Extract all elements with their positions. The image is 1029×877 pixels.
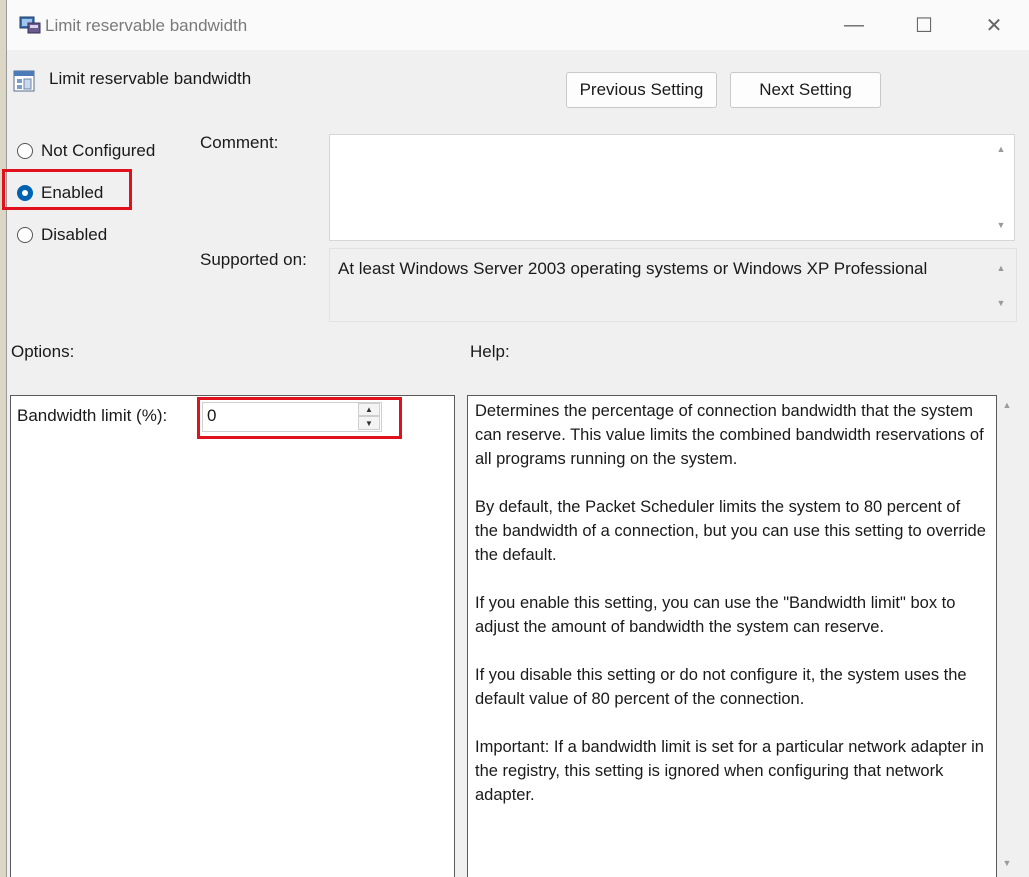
radio-not-configured[interactable]: Not Configured — [17, 138, 155, 164]
help-paragraph: Determines the percentage of connection … — [475, 402, 984, 468]
group-policy-app-icon — [19, 15, 41, 35]
scroll-up-icon[interactable]: ▲ — [994, 263, 1008, 273]
supported-on-label: Supported on: — [200, 250, 307, 269]
help-paragraph: Important: If a bandwidth limit is set f… — [475, 738, 984, 804]
previous-setting-button[interactable]: Previous Setting — [566, 72, 717, 108]
policy-setting-icon — [13, 70, 35, 92]
scroll-down-icon[interactable]: ▼ — [994, 298, 1008, 308]
policy-dialog: Limit reservable bandwidth — ☐ ✕ Limit r… — [2, 0, 1029, 877]
maximize-icon: ☐ — [915, 14, 933, 37]
radio-label: Not Configured — [41, 141, 156, 160]
title-bar: Limit reservable bandwidth — ☐ ✕ — [7, 0, 1029, 50]
comment-label: Comment: — [200, 133, 279, 152]
radio-label: Disabled — [41, 225, 108, 244]
help-paragraph: If you disable this setting or do not co… — [475, 666, 967, 708]
next-setting-button[interactable]: Next Setting — [730, 72, 881, 108]
options-panel — [10, 395, 455, 877]
minimize-icon: — — [844, 13, 864, 36]
help-paragraph: If you enable this setting, you can use … — [475, 594, 956, 636]
radio-button-icon — [17, 227, 33, 243]
supported-on-value: At least Windows Server 2003 operating s… — [338, 259, 928, 278]
help-label: Help: — [470, 342, 510, 361]
minimize-button[interactable]: — — [819, 0, 889, 50]
help-paragraph: By default, the Packet Scheduler limits … — [475, 498, 986, 564]
maximize-button[interactable]: ☐ — [889, 0, 959, 50]
scroll-down-icon[interactable]: ▼ — [994, 220, 1008, 230]
setting-title: Limit reservable bandwidth — [49, 69, 252, 88]
help-text: Determines the percentage of connection … — [475, 399, 987, 831]
enabled-highlight-box — [2, 169, 132, 210]
scroll-up-icon[interactable]: ▲ — [994, 144, 1008, 154]
options-label: Options: — [11, 342, 75, 361]
comment-textarea[interactable] — [329, 134, 1015, 241]
scroll-up-icon[interactable]: ▲ — [1000, 400, 1014, 410]
radio-button-icon — [17, 143, 33, 159]
radio-disabled[interactable]: Disabled — [17, 222, 107, 248]
close-button[interactable]: ✕ — [959, 0, 1029, 50]
scroll-down-icon[interactable]: ▼ — [1000, 858, 1014, 868]
bandwidth-highlight-box — [197, 397, 402, 439]
close-icon: ✕ — [985, 14, 1003, 37]
window-title: Limit reservable bandwidth — [45, 16, 248, 35]
bandwidth-limit-label: Bandwidth limit (%): — [17, 406, 168, 425]
